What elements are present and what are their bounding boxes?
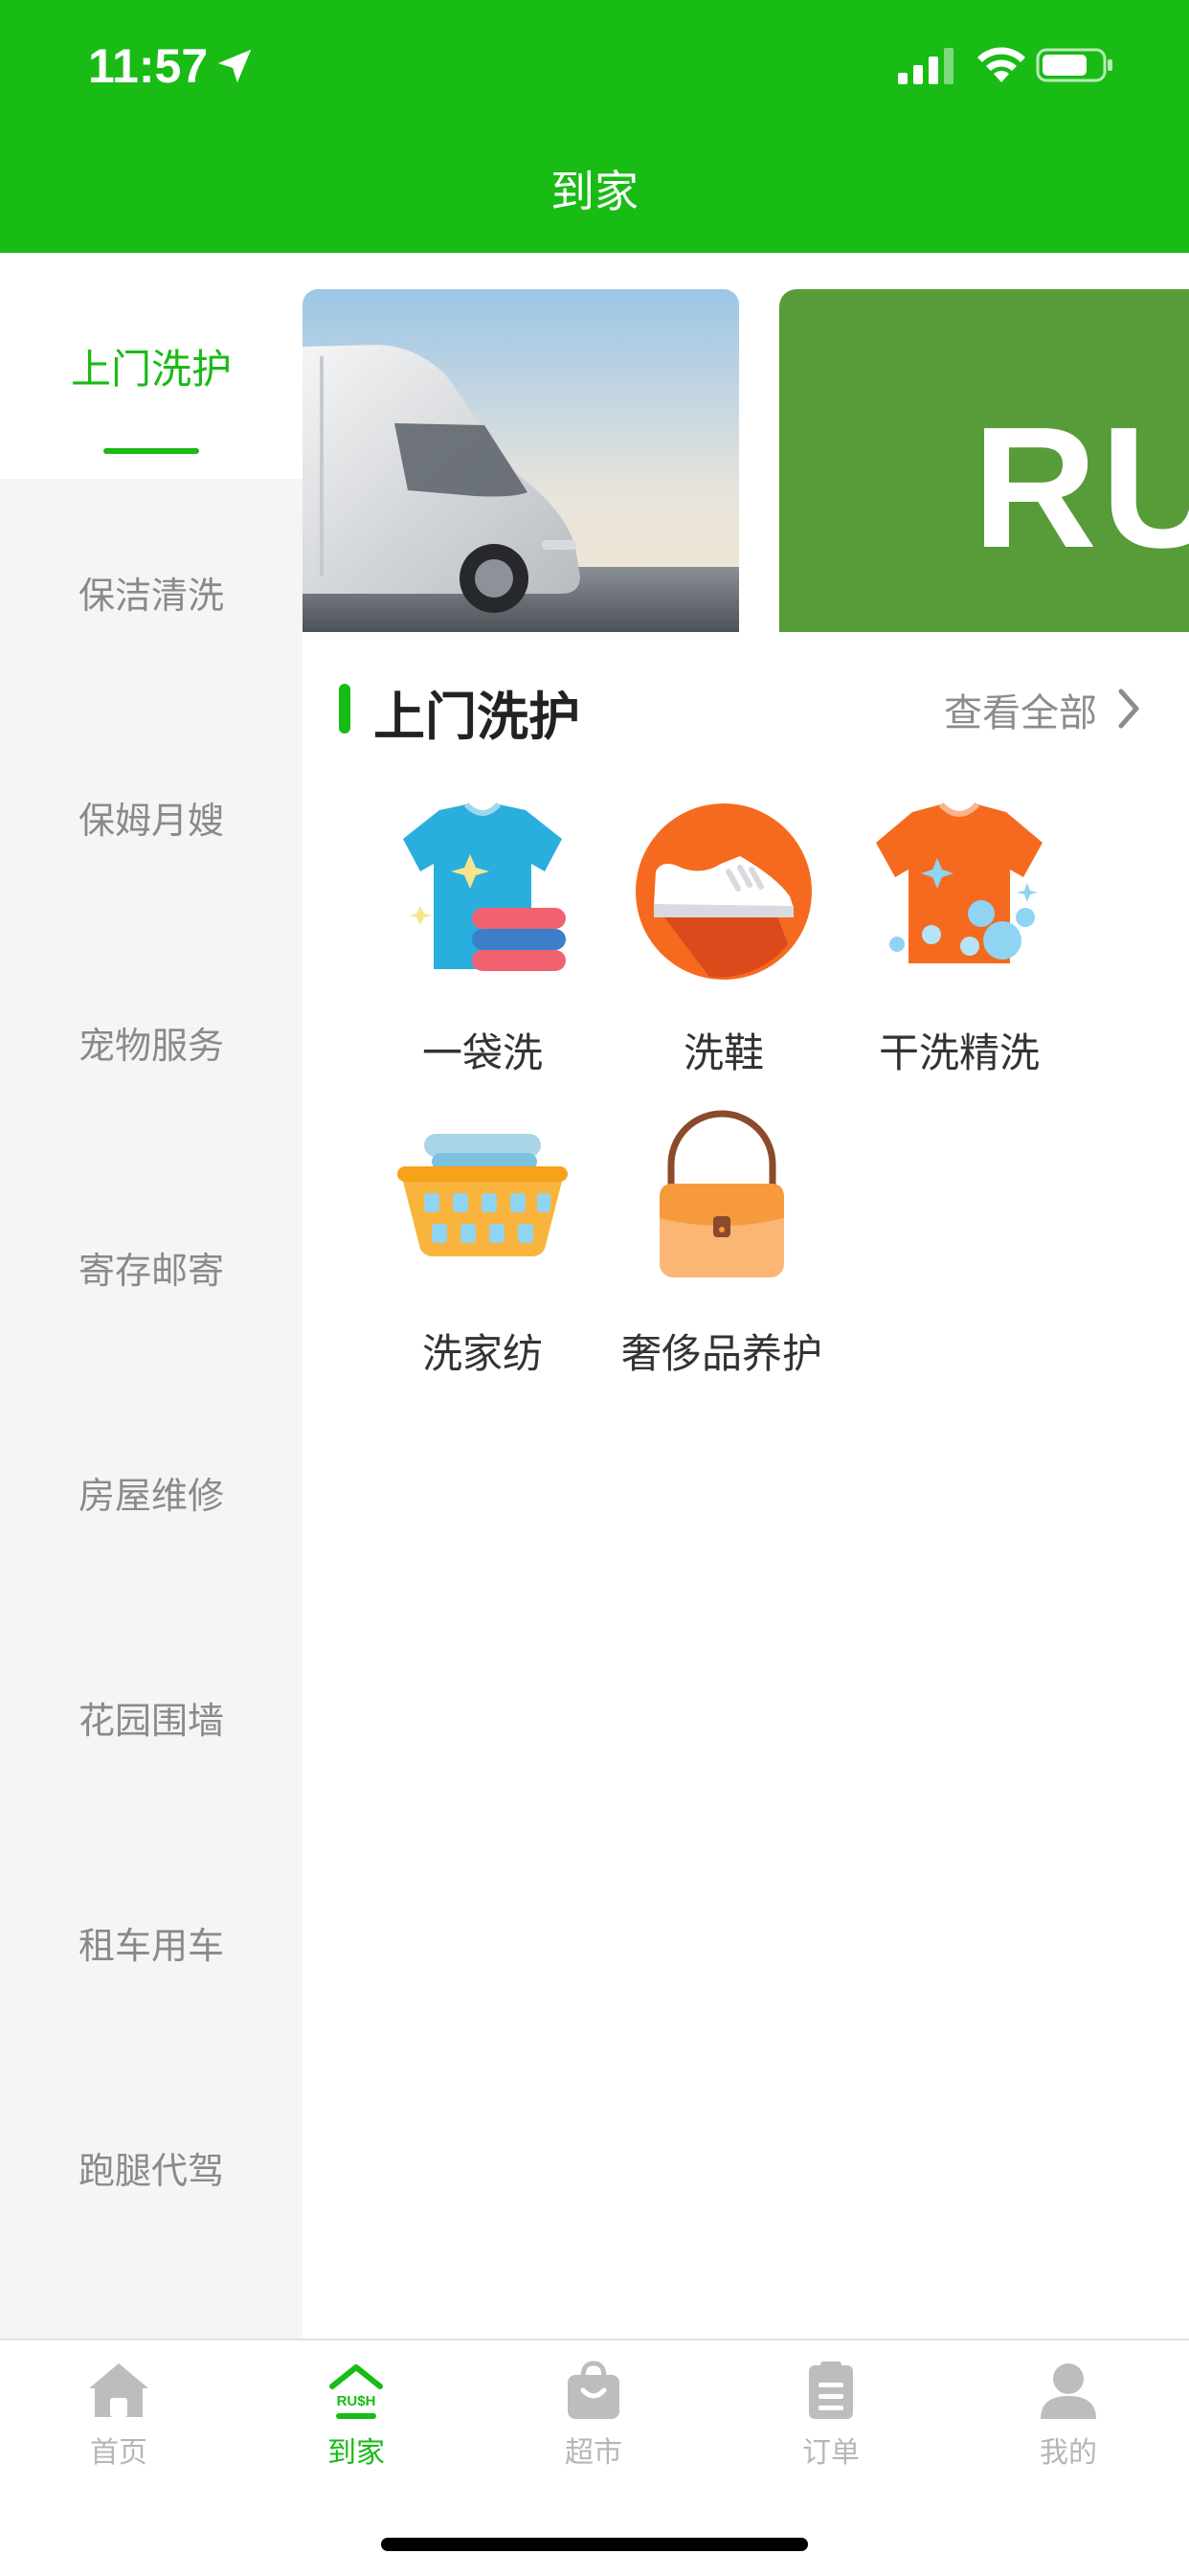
tab-home[interactable]: 首页: [42, 2360, 195, 2471]
cellular-signal-icon: [898, 48, 953, 84]
sidebar-item-label: 保姆月嫂: [78, 799, 224, 842]
app-header: 11:57 到家: [0, 0, 1189, 253]
home-icon: [89, 2363, 148, 2417]
tab-label: 超市: [565, 2436, 622, 2470]
sidebar-item-errand-driver[interactable]: 跑腿代驾: [0, 2054, 303, 2280]
shopping-bag-icon: [568, 2361, 619, 2419]
banner-rush-text: RU: [973, 392, 1189, 584]
service-home-textile[interactable]: 洗家纺: [358, 1101, 607, 1380]
service-shoe-wash[interactable]: 洗鞋: [599, 801, 848, 1079]
tab-to-home[interactable]: RU$H 到家: [280, 2360, 433, 2471]
sidebar-item-label: 寄存邮寄: [78, 1249, 224, 1292]
tab-label: 订单: [802, 2436, 860, 2470]
category-sidebar: 上门洗护 保洁清洗 保姆月嫂 宠物服务 寄存邮寄 房屋维修 花园围墙 租车用车 …: [0, 253, 303, 2339]
banner-truck[interactable]: [303, 289, 739, 632]
handbag-icon: [660, 1110, 784, 1277]
page-title: 到家: [550, 166, 639, 217]
section-accent-bar: [339, 684, 350, 734]
sidebar-item-label: 跑腿代驾: [78, 2149, 224, 2192]
laundry-basket-icon: [397, 1134, 568, 1256]
sidebar-item-cleaning[interactable]: 保洁清洗: [0, 479, 303, 705]
service-luxury-care[interactable]: 奢侈品养护: [597, 1101, 846, 1380]
section-title: 上门洗护: [373, 687, 580, 747]
service-bag-wash[interactable]: 一袋洗: [358, 801, 607, 1079]
sidebar-item-label: 宠物服务: [78, 1024, 224, 1067]
view-all-link[interactable]: 查看全部: [944, 682, 1097, 737]
service-label: 一袋洗: [421, 1029, 543, 1076]
service-label: 干洗精洗: [878, 1029, 1040, 1076]
sidebar-item-door-to-door-laundry[interactable]: 上门洗护: [0, 253, 303, 479]
sidebar-item-house-repair[interactable]: 房屋维修: [0, 1379, 303, 1605]
sidebar-item-label: 房屋维修: [78, 1474, 224, 1517]
sidebar-item-storage-mail[interactable]: 寄存邮寄: [0, 1154, 303, 1380]
home-indicator[interactable]: [381, 2538, 808, 2551]
tshirt-bubbles-icon: [876, 802, 1043, 963]
sidebar-item-label: 保洁清洗: [78, 574, 224, 617]
location-arrow-icon: [217, 49, 252, 83]
tab-mine[interactable]: 我的: [992, 2360, 1145, 2471]
tab-label: 首页: [90, 2436, 147, 2470]
truck-image: [303, 289, 739, 632]
active-indicator: [103, 448, 199, 454]
rush-home-icon: RU$H: [329, 2364, 383, 2419]
sidebar-item-label: 上门洗护: [70, 345, 232, 393]
tab-label: 我的: [1040, 2436, 1097, 2470]
service-label: 洗鞋: [683, 1029, 764, 1076]
service-label: 奢侈品养护: [620, 1330, 822, 1377]
sidebar-item-pet-service[interactable]: 宠物服务: [0, 929, 303, 1155]
order-icon: [809, 2361, 853, 2419]
tab-label: 到家: [327, 2436, 385, 2470]
sidebar-item-nanny[interactable]: 保姆月嫂: [0, 704, 303, 930]
tab-supermarket[interactable]: 超市: [517, 2360, 670, 2471]
service-dry-clean[interactable]: 干洗精洗: [835, 801, 1084, 1079]
tab-orders[interactable]: 订单: [754, 2360, 908, 2471]
sidebar-item-label: 花园围墙: [78, 1699, 224, 1742]
banner-rush[interactable]: RU: [779, 289, 1189, 632]
sidebar-item-label: 租车用车: [78, 1924, 224, 1967]
battery-icon: [1036, 48, 1112, 82]
service-label: 洗家纺: [421, 1330, 543, 1377]
tshirt-stack-icon: [403, 802, 566, 971]
user-icon: [1041, 2363, 1096, 2419]
sidebar-item-garden-fence[interactable]: 花园围墙: [0, 1604, 303, 1830]
shoe-icon: [636, 803, 812, 980]
status-time: 11:57: [88, 39, 209, 93]
sidebar-item-car-rental[interactable]: 租车用车: [0, 1829, 303, 2055]
chevron-right-icon[interactable]: [1116, 688, 1141, 730]
wifi-icon: [977, 47, 1025, 82]
rush-icon-text: RU$H: [337, 2393, 376, 2409]
